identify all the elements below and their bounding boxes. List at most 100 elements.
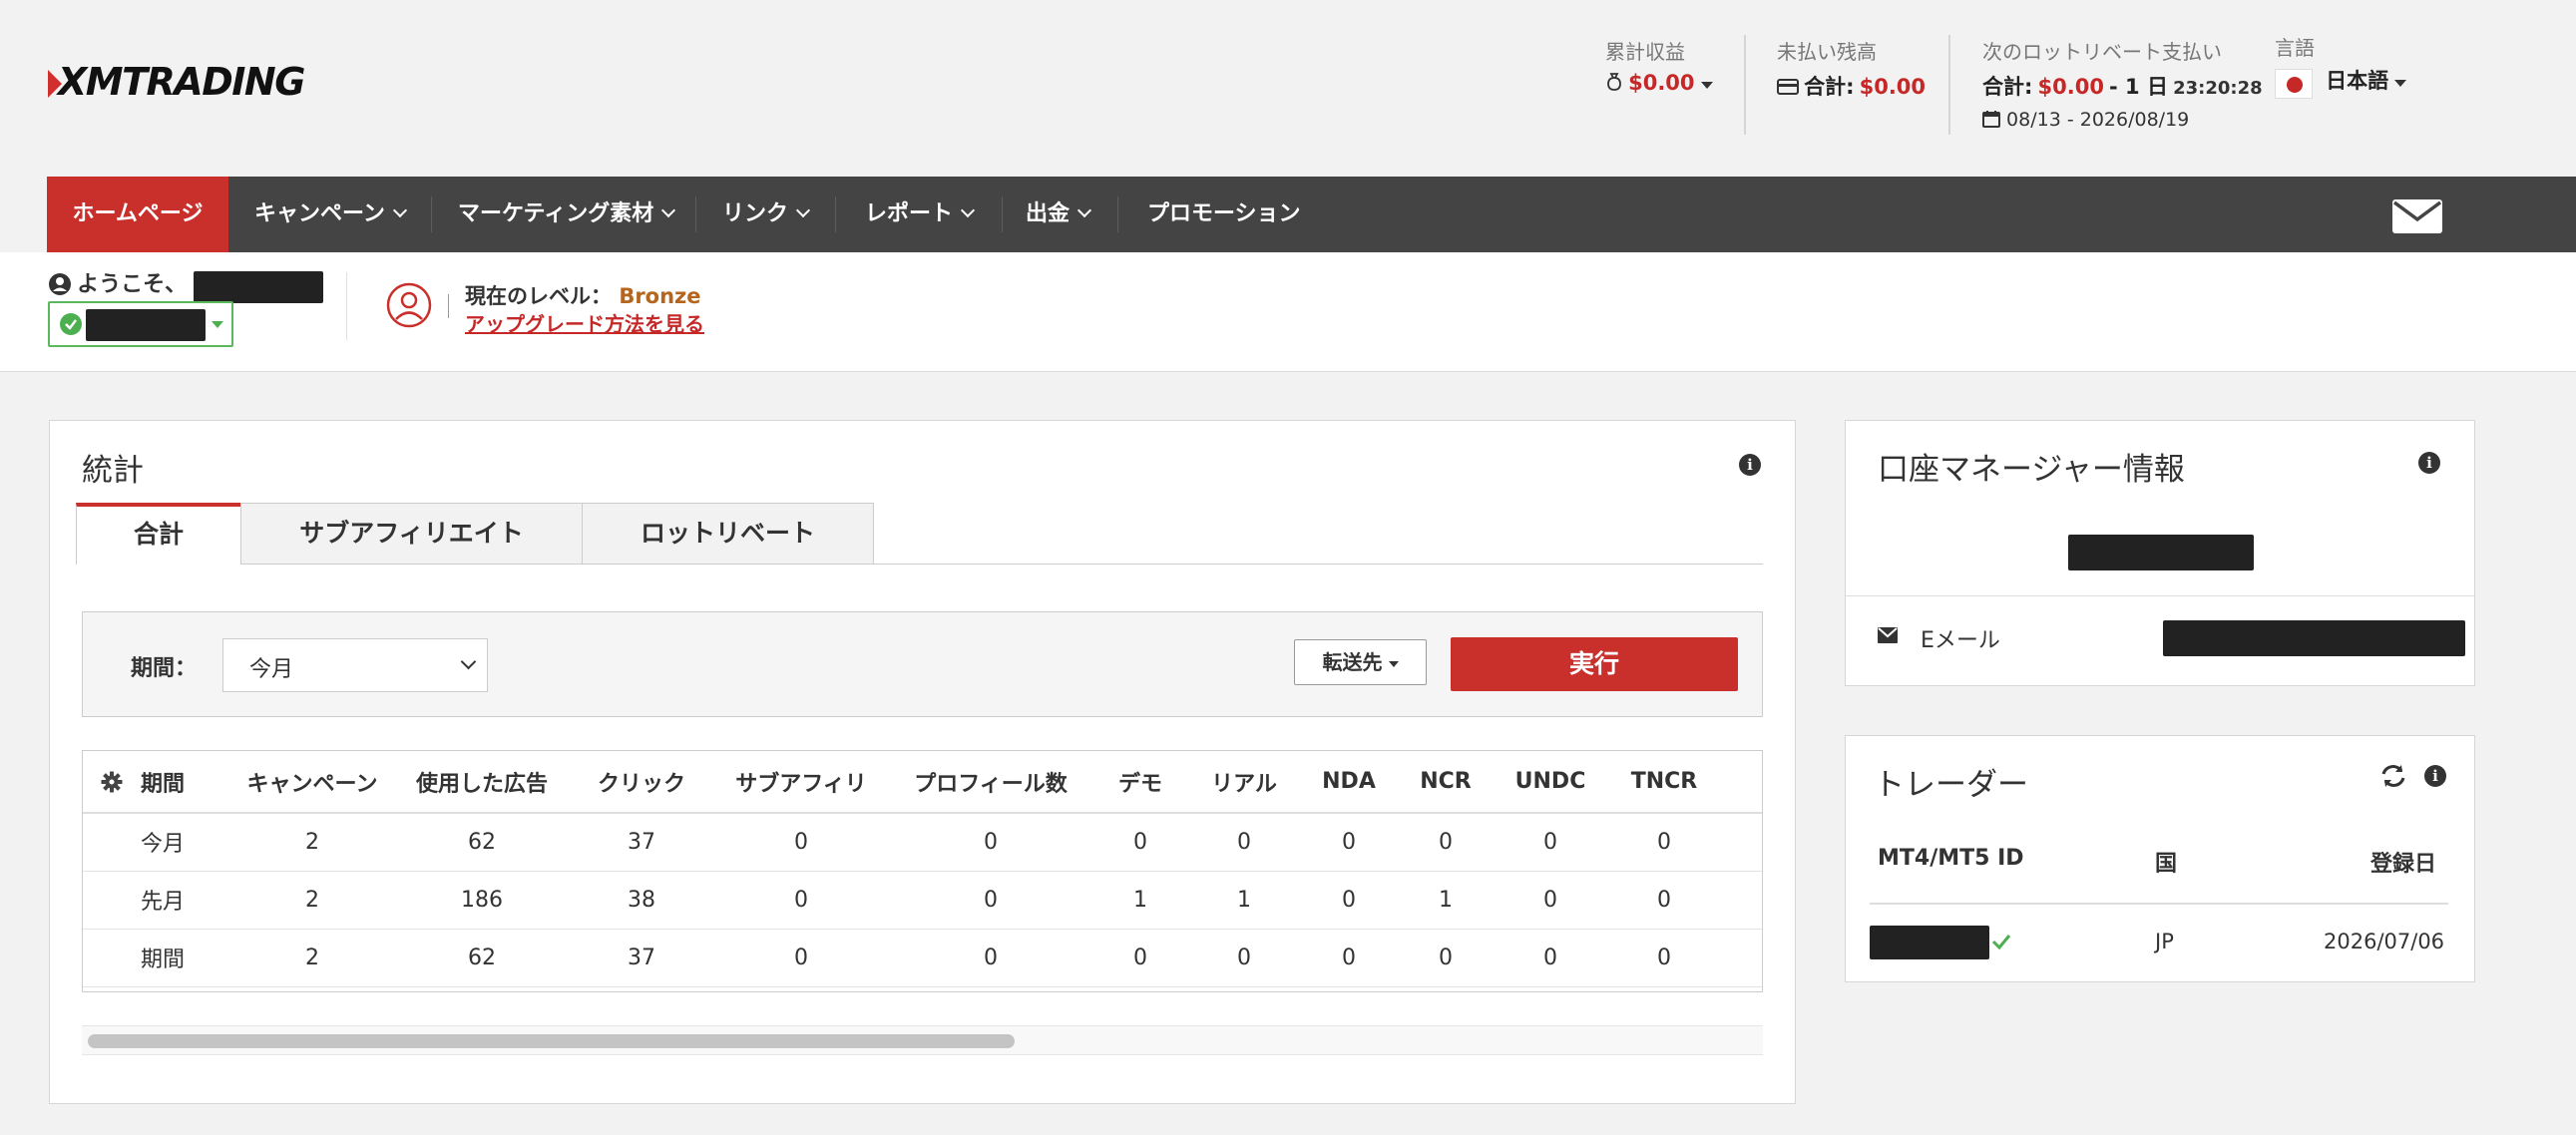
nav-item-campaign[interactable]: キャンペーン [254, 177, 407, 252]
credit-card-icon [1777, 79, 1799, 95]
column-header[interactable]: 期間 [141, 751, 232, 814]
table-row: 今月 2 62 37 0 0 0 0 0 0 0 0 [83, 813, 1762, 872]
cumulative-value: $0.00 [1628, 71, 1695, 95]
countdown-days: - 1 日 [2109, 75, 2168, 99]
gear-icon[interactable] [101, 771, 123, 793]
countdown-time: 23:20:28 [2173, 78, 2263, 99]
refresh-icon[interactable] [2379, 762, 2407, 790]
unpaid-total-label: 合計: [1804, 75, 1855, 99]
upgrade-link[interactable]: アップグレード方法を見る [465, 308, 704, 337]
next-payment-total-label: 合計: [1982, 75, 2033, 99]
divider [448, 294, 449, 318]
table-cell: 0 [891, 871, 1090, 930]
column-header[interactable]: クリック [572, 751, 711, 814]
table-cell: 38 [572, 871, 711, 930]
stats-table-container: 期間 キャンペーン 使用した広告 クリック サブアフィリ プロフィール数 デモ … [82, 750, 1763, 992]
table-cell: 0 [1298, 871, 1400, 930]
next-payment-value: $0.00 [2037, 75, 2104, 99]
table-cell: 62 [392, 813, 572, 872]
nav-divider [1002, 196, 1003, 232]
column-header[interactable]: NCR [1400, 751, 1492, 814]
nav-divider [1117, 196, 1118, 232]
nav-item-reports[interactable]: レポート [865, 177, 976, 252]
table-cell: 0 [1090, 929, 1190, 987]
tab-sub-affiliate[interactable]: サブアフィリエイト [240, 503, 583, 565]
redacted-manager-name [2068, 535, 2254, 570]
column-header[interactable]: UNDC [1492, 751, 1609, 814]
nav-item-links[interactable]: リンク [722, 177, 811, 252]
period-label: 期間： [131, 656, 198, 681]
column-header[interactable]: プロフィール数 [891, 751, 1090, 814]
payment-date-range: 08/13 - 2026/08/19 [2006, 109, 2190, 131]
table-cell: 0 [1298, 929, 1400, 987]
user-level-icon [386, 282, 432, 328]
nav-item-promotion[interactable]: プロモーション [1147, 177, 1301, 252]
unpaid-label: 未払い残高 [1777, 40, 1877, 64]
japan-flag-icon [2275, 68, 2313, 99]
column-header[interactable]: キャンペーン [232, 751, 392, 814]
tab-lot-rebate[interactable]: ロットリベート [582, 503, 874, 565]
brand-logo[interactable]: XMTRADING [48, 60, 305, 104]
column-header[interactable]: MT4/MT5 ID [1878, 846, 2024, 871]
cumulative-label: 累計収益 [1605, 40, 1685, 64]
nav-divider [431, 196, 432, 232]
settings-column[interactable] [83, 751, 141, 814]
cumulative-earnings[interactable]: 累計収益 $0.00 [1605, 36, 1713, 95]
column-header[interactable]: デモ [1090, 751, 1190, 814]
divider [1845, 595, 2475, 596]
table-cell: 0 [711, 929, 891, 987]
redacted-trader-id [1870, 926, 1989, 959]
divider [1870, 903, 2448, 905]
chevron-down-icon [795, 202, 811, 218]
table-cell: 0 [1298, 813, 1400, 872]
column-header[interactable]: 登録日 [2370, 846, 2436, 878]
info-icon[interactable]: i [1739, 454, 1761, 476]
chevron-down-icon [392, 202, 407, 218]
table-cell: 0 [1190, 929, 1298, 987]
check-circle-icon [60, 313, 82, 335]
trader-country: JP [2155, 930, 2174, 953]
tab-total[interactable]: 合計 [76, 503, 241, 565]
table-cell: 0 [1492, 813, 1609, 872]
top-header: XMTRADING 累計収益 $0.00 未払い残高 合計: $0.00 次のロ… [0, 0, 2576, 178]
table-cell: 0 [1609, 871, 1719, 930]
table-row[interactable]: JP 2026/07/06 [1870, 920, 2448, 965]
scrollbar-thumb[interactable] [88, 1034, 1015, 1048]
language-selector[interactable]: 言語 日本語 [2275, 32, 2407, 99]
mail-icon[interactable] [2392, 199, 2442, 233]
header-divider [1948, 35, 1950, 135]
info-icon[interactable]: i [2418, 452, 2440, 474]
table-cell: 1 [1400, 871, 1492, 930]
table-cell: 0 [891, 929, 1090, 987]
column-header[interactable]: TNCR [1609, 751, 1719, 814]
horizontal-scrollbar[interactable] [82, 1025, 1763, 1055]
table-cell: 0 [1400, 813, 1492, 872]
table-cell: 0 [711, 871, 891, 930]
forward-dropdown-button[interactable]: 転送先 [1294, 639, 1427, 685]
column-header[interactable]: サブアフィリ [711, 751, 891, 814]
table-cell: 0 [891, 813, 1090, 872]
period-select[interactable]: 今月 [222, 638, 488, 692]
column-header[interactable]: 国 [2155, 846, 2177, 878]
account-selector[interactable] [48, 301, 233, 347]
next-payment-label: 次のロットリベート支払い [1982, 40, 2222, 64]
column-header[interactable]: NDA [1298, 751, 1400, 814]
execute-button[interactable]: 実行 [1451, 637, 1738, 691]
check-icon [1991, 935, 2011, 949]
table-cell: 62 [392, 929, 572, 987]
nav-item-home[interactable]: ホームページ [47, 177, 228, 252]
nav-item-withdrawal[interactable]: 出金 [1026, 177, 1092, 252]
column-header[interactable]: 使用した広告 [392, 751, 572, 814]
table-header-row: 期間 キャンペーン 使用した広告 クリック サブアフィリ プロフィール数 デモ … [83, 751, 1762, 814]
info-icon[interactable]: i [2424, 765, 2446, 787]
nav-divider [695, 196, 696, 232]
table-cell: 0 [1492, 871, 1609, 930]
table-row: 先月 2 186 38 0 0 1 1 0 1 0 0 [83, 871, 1762, 930]
nav-item-marketing[interactable]: マーケティング素材 [458, 177, 676, 252]
trader-date: 2026/07/06 [2324, 930, 2445, 953]
tab-baseline [874, 564, 1763, 565]
column-header[interactable]: リアル [1190, 751, 1298, 814]
table-cell: 0 [1609, 929, 1719, 987]
table-cell: 0 [1190, 813, 1298, 872]
chevron-down-icon [460, 653, 477, 670]
